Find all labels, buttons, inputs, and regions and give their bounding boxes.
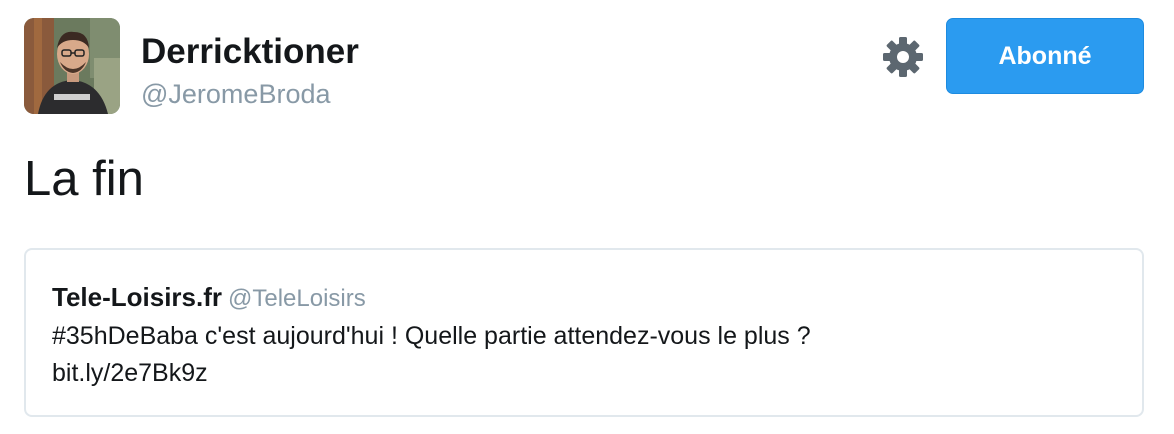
author-display-name[interactable]: Derricktioner <box>141 30 359 74</box>
quoted-link[interactable]: bit.ly/2e7Bk9z <box>52 355 811 392</box>
quoted-text-line: #35hDeBaba c'est aujourd'hui ! Quelle pa… <box>52 322 811 350</box>
author-handle[interactable]: @JeromeBroda <box>141 76 331 112</box>
quoted-tweet-header: Tele-Loisirs.fr @TeleLoisirs <box>52 280 366 319</box>
avatar-photo-icon <box>24 18 120 114</box>
quoted-author-name: Tele-Loisirs.fr <box>52 282 223 312</box>
gear-icon[interactable] <box>882 36 924 78</box>
quoted-author-handle: @TeleLoisirs <box>228 285 366 312</box>
quoted-tweet-text: #35hDeBaba c'est aujourd'hui ! Quelle pa… <box>52 318 811 392</box>
tweet-card: Derricktioner @JeromeBroda Abonné La fin… <box>0 0 1174 434</box>
tweet-text: La fin <box>24 152 144 206</box>
author-avatar[interactable] <box>24 18 120 114</box>
quoted-tweet[interactable]: Tele-Loisirs.fr @TeleLoisirs #35hDeBaba c… <box>24 248 1144 417</box>
following-button[interactable]: Abonné <box>946 18 1144 94</box>
